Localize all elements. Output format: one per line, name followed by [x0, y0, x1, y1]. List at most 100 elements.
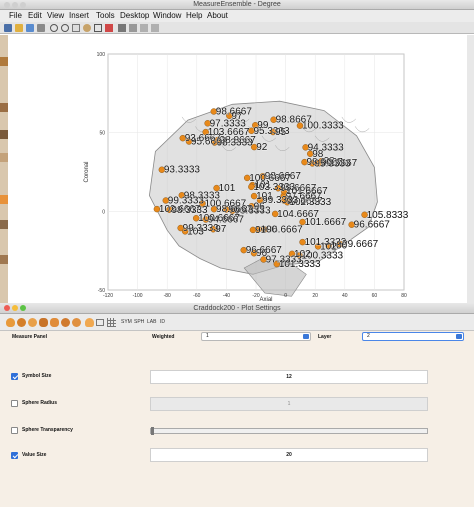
brain-view-axial-top-icon[interactable] [39, 318, 48, 327]
hide-plot-tools-icon[interactable] [140, 24, 148, 32]
background-thumbnail [0, 57, 8, 66]
node-value-label: 103.6667 [208, 127, 250, 138]
x-tick-label: 80 [401, 293, 407, 299]
symbol-toggle[interactable]: SYM [121, 318, 132, 327]
brain-view-axial-bottom-icon[interactable] [50, 318, 59, 327]
node-value-label: 99 [257, 120, 269, 131]
menu-bar: File Edit View Insert Tools Desktop Wind… [0, 10, 474, 22]
node-value-label: 100 [331, 241, 348, 252]
slider-thumb[interactable] [151, 427, 154, 435]
node-value-label: 98.8667 [276, 115, 313, 126]
plot-area: -120 -100 -80 -60 -40 -20 0 20 40 60 80 100 50 0 -50 9… [8, 35, 467, 303]
x-tick-label: 60 [372, 293, 378, 299]
weighted-select[interactable]: 1 [201, 332, 311, 341]
data-cursor-icon[interactable] [94, 24, 102, 32]
x-tick-label: -100 [133, 293, 143, 299]
layer-select-value: 2 [367, 333, 370, 339]
node-value-label: 97 [215, 224, 227, 235]
legend-icon[interactable] [129, 24, 137, 32]
brush-icon[interactable] [105, 24, 113, 32]
new-figure-icon[interactable] [4, 24, 12, 32]
node-value-label: 102 [294, 249, 311, 260]
menu-desktop[interactable]: Desktop [120, 10, 149, 22]
menu-insert[interactable]: Insert [69, 10, 89, 22]
plot-settings-toolbar: SYM SPH LAB ID [0, 314, 474, 331]
x-tick-label: 40 [342, 293, 348, 299]
value-size-label: Value Size [22, 452, 47, 458]
sphere-radius-checkbox[interactable] [11, 400, 18, 407]
background-thumbnail [0, 153, 8, 162]
weighted-select-value: 1 [206, 333, 209, 339]
right-window-edge [467, 35, 474, 303]
grid-toggle-icon[interactable] [107, 318, 116, 327]
weighted-label: Weighted [152, 334, 175, 340]
y-tick-label: 100 [97, 52, 106, 58]
brain-plot[interactable]: -120 -100 -80 -60 -40 -20 0 20 40 60 80100500-50 9… [8, 35, 467, 303]
x-tick-label: 0 [284, 293, 287, 299]
symbol-size-checkbox[interactable] [11, 373, 18, 380]
open-file-icon[interactable] [15, 24, 23, 32]
show-plot-tools-icon[interactable] [151, 24, 159, 32]
node-value-label: 98.3333 [217, 138, 254, 149]
y-tick-label: -50 [98, 288, 105, 294]
x-tick-label: -60 [193, 293, 200, 299]
chevron-down-icon [456, 334, 462, 339]
rotate-icon[interactable] [83, 24, 91, 32]
sphere-radius-field[interactable]: 1 [150, 397, 428, 411]
node-value-label: 96 [254, 201, 266, 212]
menu-tools[interactable]: Tools [96, 10, 115, 22]
menu-window[interactable]: Window [153, 10, 181, 22]
brain-view-3d-icon[interactable] [6, 318, 15, 327]
sphere-transparency-slider[interactable] [150, 427, 428, 435]
sphere-radius-label: Sphere Radius [22, 400, 58, 406]
menu-file[interactable]: File [9, 10, 22, 22]
figure-toolbar [0, 22, 474, 34]
plot-settings-titlebar: Craddock200 - Plot Settings [0, 303, 474, 314]
print-icon[interactable] [37, 24, 45, 32]
brain-view-coronal-front-icon[interactable] [61, 318, 70, 327]
menu-view[interactable]: View [47, 10, 64, 22]
id-toggle[interactable]: ID [160, 318, 165, 327]
y-tick-label: 50 [99, 131, 105, 137]
brain-view-sagittal-right-icon[interactable] [28, 318, 37, 327]
axis-toggle-icon[interactable] [96, 319, 104, 326]
node-value-label: 99.6667 [342, 239, 379, 250]
background-thumbnail [0, 130, 8, 139]
node-value-label: 100 [260, 224, 277, 235]
menu-edit[interactable]: Edit [28, 10, 42, 22]
zoom-out-icon[interactable] [61, 24, 69, 32]
colorbar-icon[interactable] [118, 24, 126, 32]
node-value-label: 101 [219, 183, 236, 194]
sphere-transparency-checkbox[interactable] [11, 427, 18, 434]
plot-settings-title: Craddock200 - Plot Settings [193, 305, 281, 312]
node-value-label: 103 [187, 226, 204, 237]
chevron-down-icon [303, 334, 309, 339]
menu-help[interactable]: Help [186, 10, 202, 22]
save-icon[interactable] [26, 24, 34, 32]
layer-label: Layer [318, 334, 332, 340]
pan-icon[interactable] [72, 24, 80, 32]
sphere-toggle[interactable]: SPH [134, 318, 144, 327]
figure-title: MeasureEnsemble - Degree [193, 1, 281, 8]
measure-panel-label: Measure Panel [12, 334, 48, 340]
brain-view-sagittal-left-icon[interactable] [17, 318, 26, 327]
symbol-size-label: Symbol Size [22, 373, 52, 379]
node-value-label: 95.3333 [314, 158, 351, 169]
figure-titlebar: MeasureEnsemble - Degree [0, 0, 474, 10]
value-size-checkbox[interactable] [11, 452, 18, 459]
zoom-in-icon[interactable] [50, 24, 58, 32]
node-value-label: 104.6667 [277, 209, 319, 220]
symbol-size-field[interactable]: 12 [150, 370, 428, 384]
value-size-field[interactable]: 20 [150, 448, 428, 462]
label-toggle[interactable]: LAB [147, 318, 156, 327]
y-tick-label: 0 [102, 209, 105, 215]
node-value-label: 96.6667 [354, 220, 391, 231]
plot-settings-body: Measure Panel Weighted 1 Layer 2 Symbol … [0, 331, 474, 507]
plot-settings-window: Craddock200 - Plot Settings SYM SPH LAB … [0, 303, 474, 507]
figure-window: MeasureEnsemble - Degree File Edit View … [0, 0, 474, 303]
menu-about[interactable]: About [207, 10, 228, 22]
brain-surface-icon[interactable] [85, 318, 94, 327]
layer-select[interactable]: 2 [362, 332, 464, 341]
brain-view-coronal-back-icon[interactable] [72, 318, 81, 327]
left-window-edge [0, 35, 8, 303]
